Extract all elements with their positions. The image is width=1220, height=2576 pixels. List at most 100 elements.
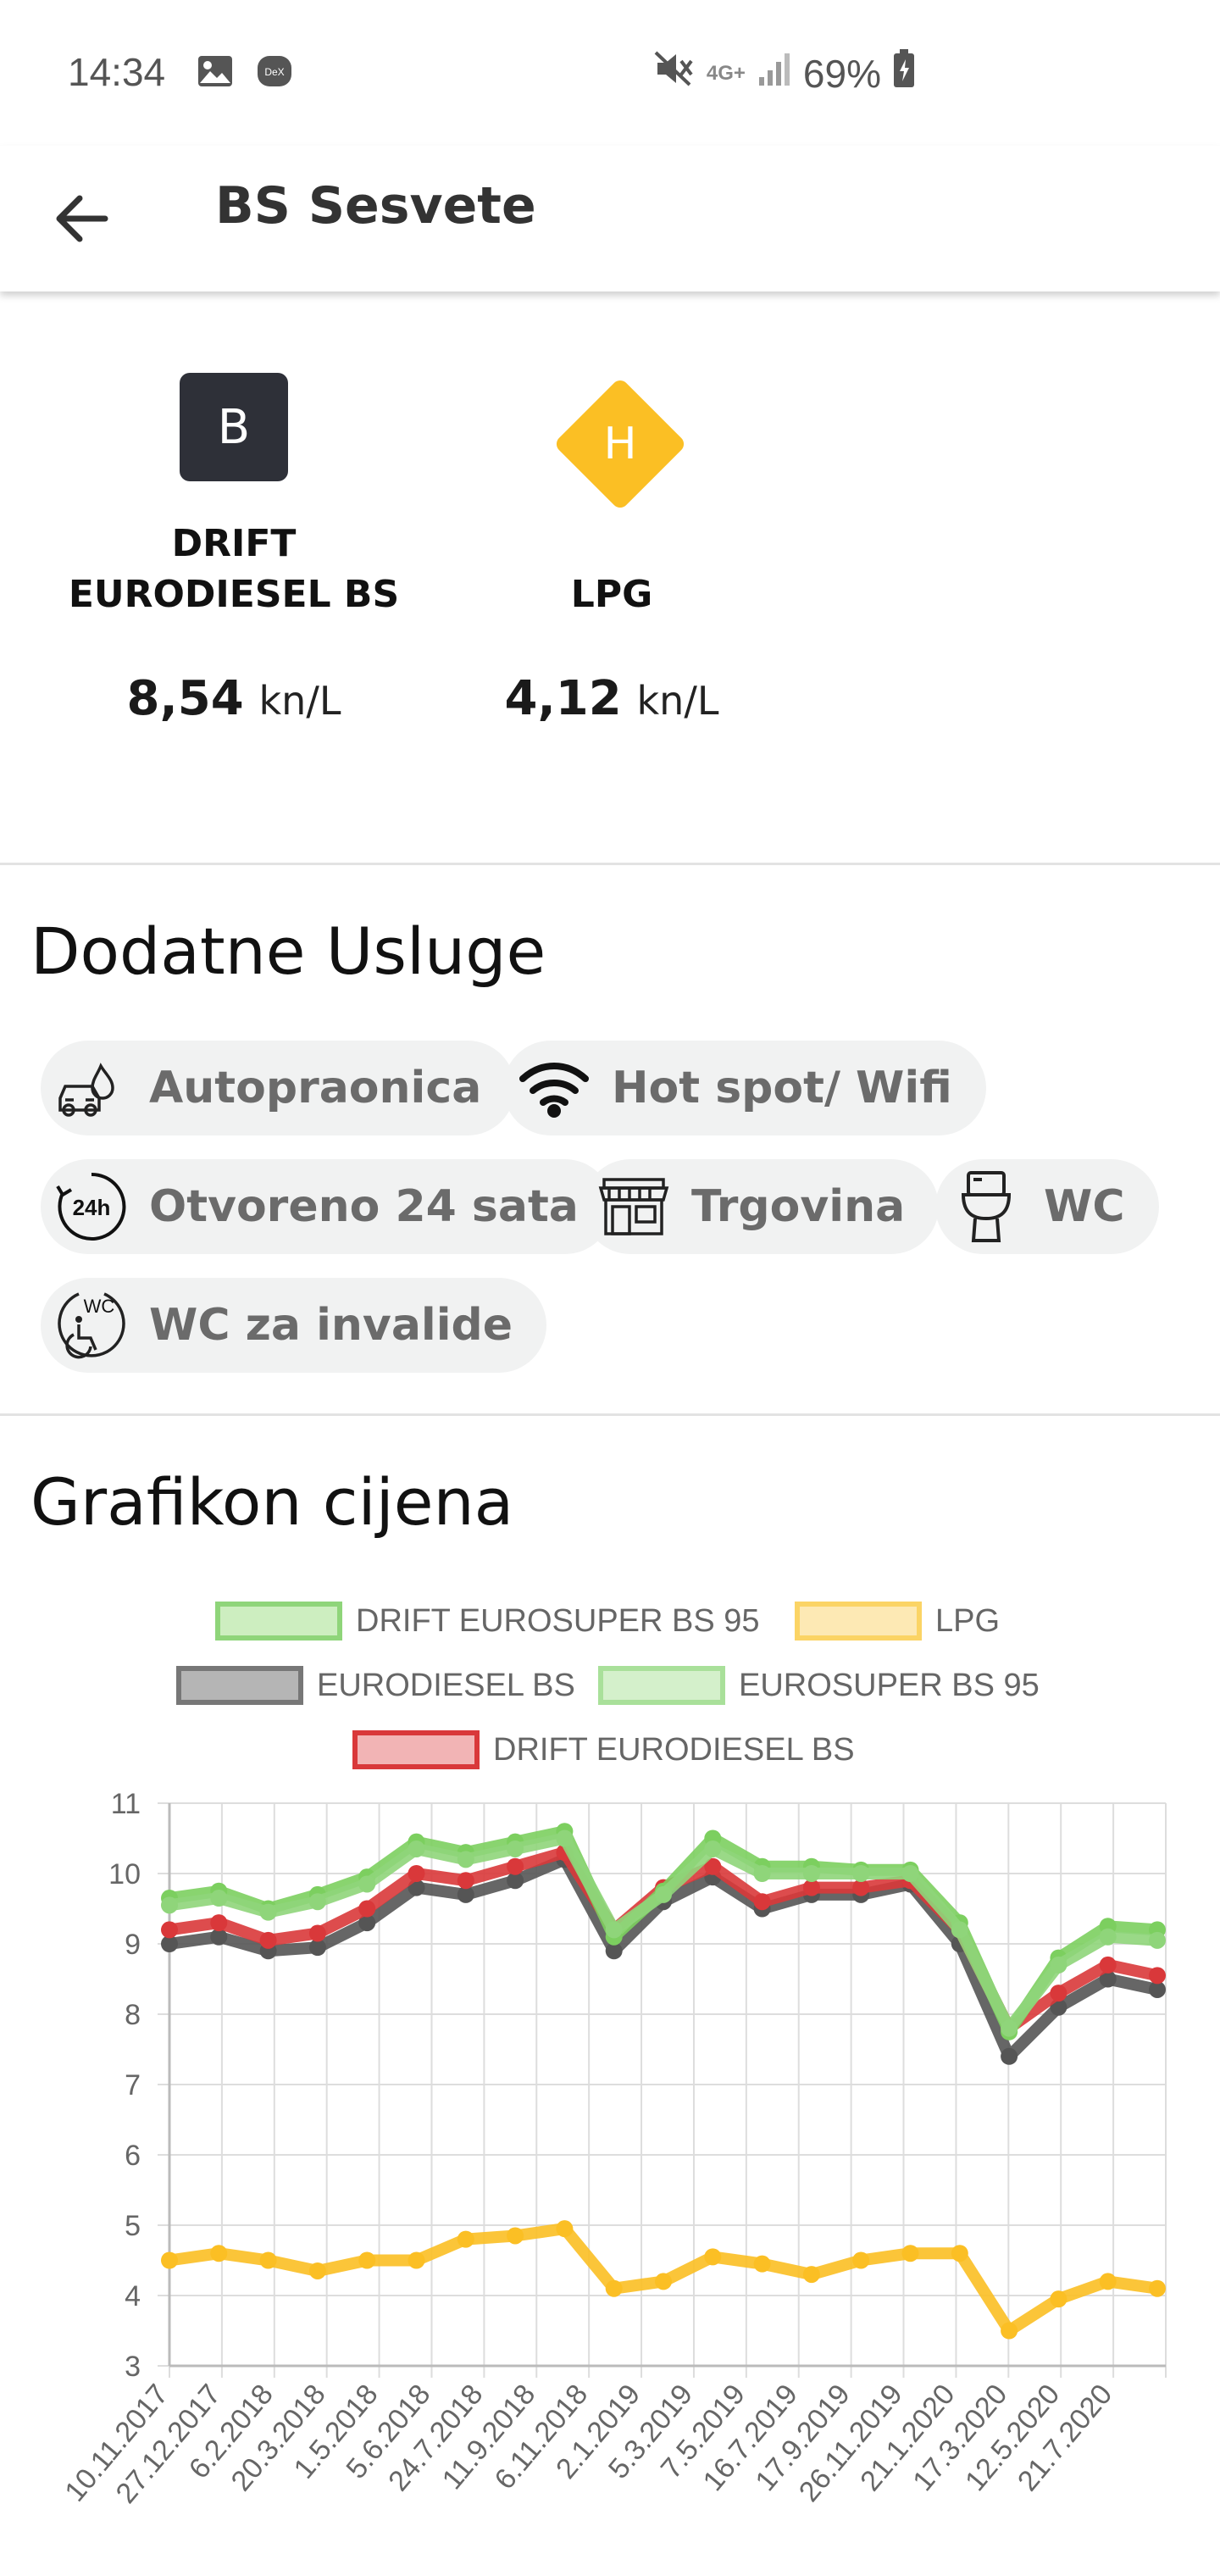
data-point — [1050, 2290, 1068, 2308]
network-type: 4G+ — [706, 61, 746, 85]
y-tick-label: 6 — [125, 2140, 141, 2172]
y-tick-label: 9 — [125, 1929, 141, 1961]
data-point — [1001, 2047, 1018, 2065]
fuel-badge: H — [552, 376, 688, 512]
accessible-wc-icon: WC — [51, 1285, 132, 1366]
data-point — [408, 2251, 425, 2269]
battery-text: 69% — [802, 51, 881, 96]
data-point — [1149, 1931, 1166, 1949]
data-point — [753, 2255, 771, 2273]
data-point — [507, 1840, 524, 1857]
data-point — [259, 1903, 277, 1921]
y-tick-label: 7 — [125, 2069, 141, 2101]
data-point — [1050, 1985, 1068, 2002]
back-button[interactable] — [47, 185, 115, 253]
clock-24h-icon: 24h — [51, 1166, 132, 1247]
data-point — [1099, 1956, 1117, 1974]
fuel-price: 8,54 kn/L — [47, 671, 420, 726]
y-tick-label: 4 — [125, 2280, 141, 2312]
status-bar: 14:34 DeX 4G+ 69% — [0, 0, 1220, 146]
mute-icon — [652, 49, 695, 97]
data-point — [308, 1924, 326, 1942]
data-point — [852, 2251, 870, 2269]
data-point — [655, 1885, 672, 1903]
fuel-price-value: 8,54 — [126, 671, 244, 726]
services-title: Dodatne Usluge — [30, 913, 546, 989]
fuel-price: 4,12 kn/L — [425, 671, 798, 726]
data-point — [358, 1875, 376, 1893]
fuel-card-lpg: H LPG 4,12 kn/L — [425, 373, 798, 726]
svg-text:DeX: DeX — [264, 66, 284, 78]
page-title: BS Sesvete — [215, 176, 536, 236]
data-point — [1149, 1967, 1166, 1985]
chip-label: Trgovina — [691, 1181, 906, 1232]
data-point — [210, 1890, 228, 1907]
chip-label: Otvoreno 24 sata — [149, 1181, 579, 1232]
gallery-icon — [197, 54, 234, 92]
data-point — [852, 1865, 870, 1882]
service-chip-wifi[interactable]: Hot spot/ Wifi — [503, 1041, 986, 1135]
fuel-badge: B — [180, 373, 288, 481]
price-chart: DRIFT EUROSUPER BS 95 LPG EURODIESEL BS … — [0, 1576, 1220, 2576]
chart-plot: 3456789101110.11.201727.12.20176.2.20182… — [58, 1788, 1167, 2510]
fuel-price-value: 4,12 — [504, 671, 622, 726]
service-chip-wc[interactable]: WC — [935, 1159, 1159, 1254]
data-point — [507, 1857, 524, 1875]
divider — [0, 1413, 1220, 1416]
fuel-card-drift-eurodiesel: B DRIFT EURODIESEL BS 8,54 kn/L — [47, 373, 420, 726]
car-wash-icon — [51, 1047, 132, 1129]
data-point — [507, 2227, 524, 2245]
chip-label: WC za invalide — [149, 1300, 513, 1351]
svg-text:24h: 24h — [73, 1195, 111, 1220]
service-chip-autopraonica[interactable]: Autopraonica — [41, 1041, 516, 1135]
chip-label: WC — [1044, 1181, 1125, 1232]
data-point — [901, 2245, 919, 2262]
data-point — [802, 2266, 820, 2284]
fuel-name: DRIFT EURODIESEL BS — [47, 519, 420, 620]
data-point — [457, 1851, 474, 1868]
data-point — [408, 1865, 425, 1882]
data-point — [308, 2262, 326, 2279]
svg-text:WC: WC — [84, 1296, 115, 1317]
data-point — [358, 1900, 376, 1918]
data-point — [753, 1893, 771, 1911]
chip-label: Hot spot/ Wifi — [612, 1063, 952, 1113]
data-point — [802, 1865, 820, 1882]
battery-icon — [893, 49, 915, 97]
data-point — [1099, 1928, 1117, 1946]
data-point — [259, 2251, 277, 2269]
divider — [0, 863, 1220, 865]
chip-label: Autopraonica — [149, 1063, 482, 1113]
service-chip-trgovina[interactable]: Trgovina — [583, 1159, 940, 1254]
data-point — [1001, 2322, 1018, 2340]
y-tick-label: 5 — [125, 2210, 141, 2242]
signal-icon — [757, 50, 791, 97]
data-point — [556, 2220, 574, 2238]
data-point — [161, 2251, 178, 2269]
data-point — [210, 1914, 228, 1932]
toilet-icon — [946, 1166, 1027, 1247]
data-point — [901, 1865, 919, 1882]
data-point — [1001, 2019, 1018, 2037]
data-point — [408, 1840, 425, 1857]
fuel-name-line1: DRIFT — [171, 522, 297, 565]
data-point — [358, 2251, 376, 2269]
status-time: 14:34 — [68, 50, 166, 94]
app-bar: BS Sesvete — [0, 146, 1220, 291]
data-point — [951, 2245, 968, 2262]
y-tick-label: 10 — [108, 1858, 141, 1890]
fuel-badge-letter: H — [603, 419, 637, 469]
fuel-name-line2: EURODIESEL BS — [68, 573, 400, 616]
data-point — [1149, 2279, 1166, 2297]
data-point — [259, 1931, 277, 1949]
data-point — [655, 2273, 672, 2290]
data-point — [753, 1865, 771, 1882]
data-point — [704, 2248, 722, 2266]
data-point — [161, 1921, 178, 1939]
arrow-left-icon — [56, 195, 108, 242]
service-chip-wc-invalide[interactable]: WC WC za invalide — [41, 1278, 547, 1373]
data-point — [210, 2245, 228, 2262]
chart-title: Grafikon cijena — [30, 1464, 514, 1540]
service-chip-24h[interactable]: 24h Otvoreno 24 sata — [41, 1159, 613, 1254]
data-point — [161, 1896, 178, 1914]
